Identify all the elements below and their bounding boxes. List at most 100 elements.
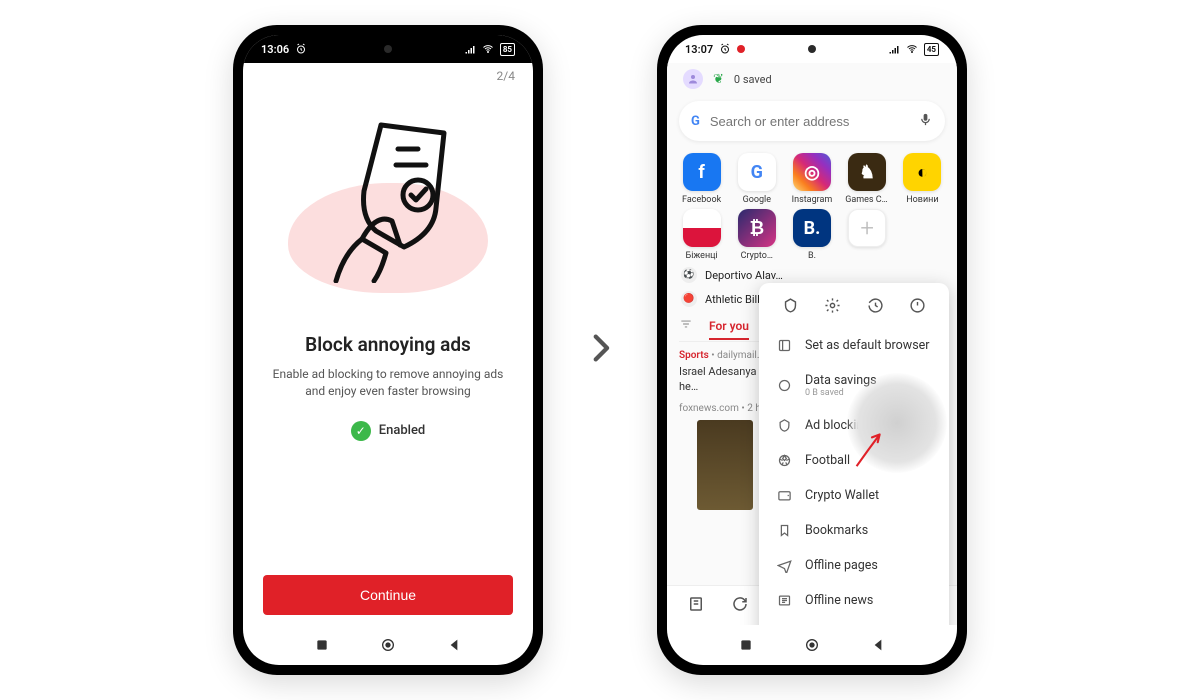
browser-home: ❦ 0 saved G fFacebook G Google ◎ Instagram ♞G… (667, 63, 957, 625)
main-menu-panel: Set as default browser Data savings 0 B … (759, 283, 949, 625)
home-button[interactable] (380, 637, 396, 653)
phone-2-frame: 13:07 45 ❦ 0 saved (657, 25, 967, 675)
step-counter: 2/4 (497, 69, 515, 83)
feed-filter-icon[interactable] (679, 317, 693, 335)
tile-icon: ◐ (903, 153, 941, 191)
data-savings-icon (775, 378, 793, 393)
camera-notch (384, 45, 392, 53)
data-savings-leaf-icon[interactable]: ❦ (713, 72, 724, 87)
speed-dial-tile[interactable]: ♞Games Cl… (843, 153, 892, 205)
stage: 13:06 85 2/4 (0, 0, 1200, 700)
alarm-icon (719, 43, 731, 55)
tile-label: Instagram (792, 195, 833, 205)
saved-counter: 0 saved (734, 73, 772, 86)
menu-offline-pages[interactable]: Offline pages (759, 548, 949, 583)
google-g-icon: G (691, 114, 700, 129)
speed-dial-tile[interactable]: ◎ Instagram (787, 153, 836, 205)
speed-dial-tile[interactable]: ₿ Crypto… (732, 209, 781, 261)
team-name: Deportivo Alav… (705, 269, 783, 282)
back-button[interactable] (446, 637, 462, 653)
tile-icon: B. (793, 209, 831, 247)
menu-data-savings[interactable]: Data savings 0 B saved (759, 363, 949, 408)
wifi-icon (482, 43, 494, 55)
read-later-icon[interactable] (687, 595, 705, 617)
check-icon: ✓ (351, 421, 371, 441)
tile-label: Google (743, 195, 771, 205)
tile-label: Crypto… (741, 251, 773, 261)
menu-downloads[interactable]: Downloads (759, 618, 949, 625)
menu-ad-blocking[interactable]: Ad blocking (759, 408, 949, 443)
tile-label: Біженці (686, 251, 718, 261)
news-icon (775, 593, 793, 608)
menu-offline-news[interactable]: Offline news (759, 583, 949, 618)
recent-apps-button[interactable] (314, 637, 330, 653)
reload-icon[interactable] (731, 595, 749, 617)
transition-arrow (583, 331, 617, 369)
profile-avatar[interactable] (683, 69, 703, 89)
news-image-thumb[interactable] (697, 420, 753, 510)
exit-icon[interactable] (909, 297, 926, 318)
phone-1-frame: 13:06 85 2/4 (233, 25, 543, 675)
battery-indicator: 45 (924, 43, 939, 56)
tile-label: Новини (906, 195, 938, 205)
home-button[interactable] (804, 637, 820, 653)
adblock-illustration (298, 113, 478, 303)
menu-top-icons (759, 293, 949, 328)
phone-1-screen: 13:06 85 2/4 (243, 35, 533, 665)
search-bar[interactable]: G (679, 101, 945, 141)
speed-dial-tile[interactable]: G Google (732, 153, 781, 205)
add-tile-button[interactable]: + (843, 209, 892, 261)
tile-icon: ◎ (793, 153, 831, 191)
settings-gear-icon[interactable] (824, 297, 841, 318)
top-row: ❦ 0 saved (667, 63, 957, 95)
signal-icon (888, 43, 900, 55)
onboarding-subtitle: Enable ad blocking to remove annoying ad… (268, 366, 508, 401)
tab-for-you[interactable]: For you (709, 319, 749, 340)
battery-indicator: 85 (500, 43, 515, 56)
continue-button[interactable]: Continue (263, 575, 513, 615)
bookmark-icon (775, 523, 793, 538)
tile-label: Games Cl… (845, 195, 889, 205)
tile-icon (683, 209, 721, 247)
tile-icon: ₿ (738, 209, 776, 247)
voice-search-icon[interactable] (918, 112, 933, 131)
history-icon[interactable] (867, 297, 884, 318)
back-button[interactable] (870, 637, 886, 653)
menu-crypto-wallet[interactable]: Crypto Wallet (759, 478, 949, 513)
menu-set-default[interactable]: Set as default browser (759, 328, 949, 363)
signal-icon (464, 43, 476, 55)
airplane-icon (775, 558, 793, 573)
team-row[interactable]: ⚽ Deportivo Alav… (681, 267, 943, 283)
speed-dial-grid: fFacebook G Google ◎ Instagram ♞Games Cl… ◐ Нов… (667, 147, 957, 261)
vpn-icon[interactable] (782, 297, 799, 318)
tile-icon: G (738, 153, 776, 191)
team-badge-icon: 🔴 (681, 291, 697, 307)
android-nav-bar (243, 625, 533, 665)
status-time: 13:06 (261, 43, 289, 56)
plus-icon: + (848, 209, 886, 247)
shield-icon (326, 113, 466, 283)
onboarding-title: Block annoying ads (305, 333, 471, 356)
speed-dial-tile[interactable]: B. B. (787, 209, 836, 261)
speed-dial-tile[interactable]: Біженці (677, 209, 726, 261)
alarm-icon (295, 43, 307, 55)
default-browser-icon (775, 338, 793, 353)
wallet-icon (775, 488, 793, 503)
menu-bookmarks[interactable]: Bookmarks (759, 513, 949, 548)
shield-icon (775, 418, 793, 433)
recording-dot-icon (737, 45, 745, 53)
search-input[interactable] (710, 114, 908, 129)
enabled-indicator: ✓ Enabled (351, 421, 426, 441)
recent-apps-button[interactable] (738, 637, 754, 653)
menu-football[interactable]: Football (759, 443, 949, 478)
tile-icon: f (683, 153, 721, 191)
android-nav-bar (667, 625, 957, 665)
status-time: 13:07 (685, 43, 713, 56)
onboarding-body: 2/4 Block annoying ads (243, 63, 533, 625)
tile-label: B. (808, 251, 816, 261)
wifi-icon (906, 43, 918, 55)
speed-dial-tile[interactable]: ◐ Новини (898, 153, 947, 205)
phone-2-screen: 13:07 45 ❦ 0 saved (667, 35, 957, 665)
speed-dial-tile[interactable]: fFacebook (677, 153, 726, 205)
team-badge-icon: ⚽ (681, 267, 697, 283)
